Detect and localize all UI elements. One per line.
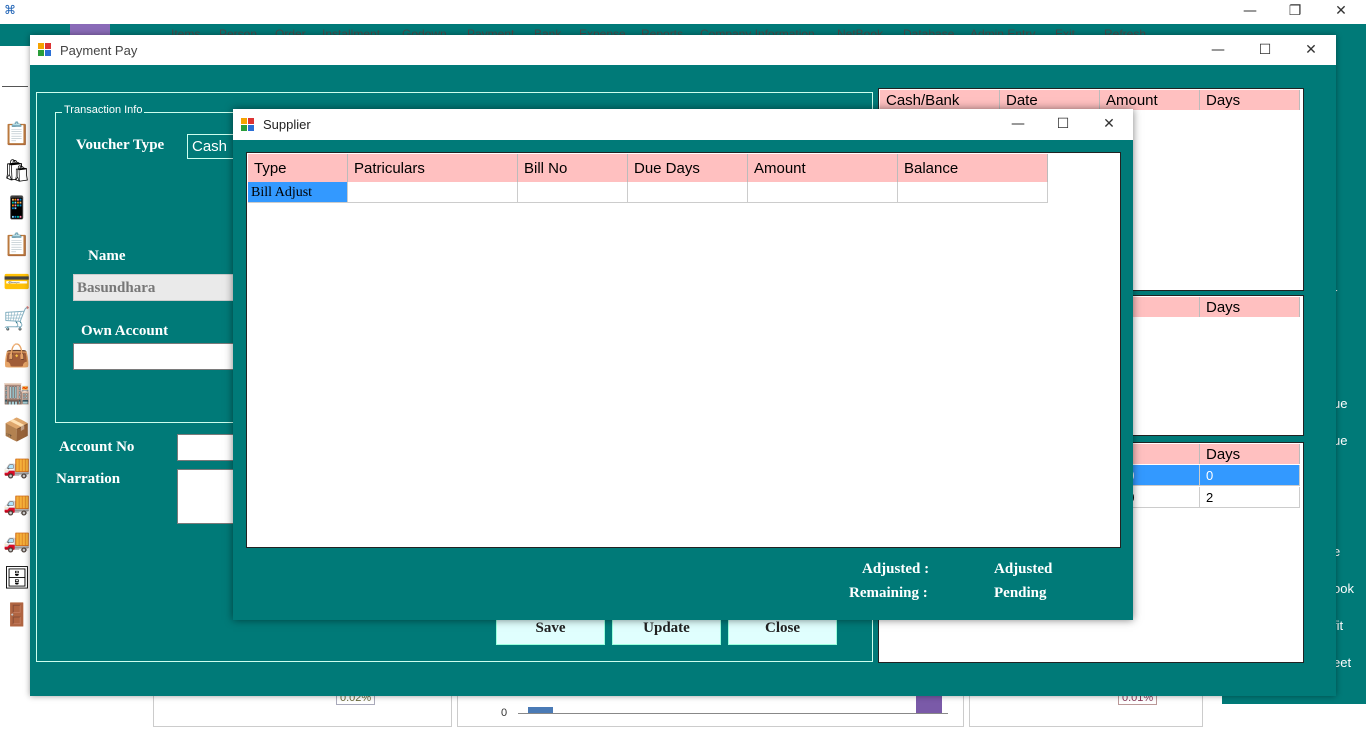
- remaining-label: Remaining :: [849, 585, 928, 601]
- supplier-header-particulars[interactable]: Patriculars: [348, 154, 518, 182]
- clipboard-icon[interactable]: 📱: [2, 193, 32, 223]
- payment-window-title: Payment Pay: [60, 42, 138, 58]
- supplier-header-bill-no[interactable]: Bill No: [518, 154, 628, 182]
- payment-close-button[interactable]: ✕: [1288, 35, 1334, 65]
- supplier-grid: Type Patriculars Bill No Due Days Amount…: [246, 152, 1121, 548]
- bag-icon[interactable]: 👜: [2, 341, 32, 371]
- app-restore-button[interactable]: ❐: [1272, 0, 1318, 26]
- cart-icon[interactable]: 🛒: [2, 304, 32, 334]
- sidebar-divider: [2, 86, 28, 87]
- name-value: Basundhara: [77, 280, 156, 296]
- truck-icon[interactable]: 🚚: [2, 452, 32, 482]
- chart-bar-1: [528, 707, 553, 713]
- remaining-value: Pending: [994, 585, 1047, 601]
- card-payment-icon[interactable]: 💳: [2, 267, 32, 297]
- payment-window-icon: [38, 43, 52, 57]
- supplier-minimize-button[interactable]: —: [995, 109, 1041, 139]
- supplier-header-type[interactable]: Type: [248, 154, 348, 182]
- payment-titlebar: Payment Pay — ☐ ✕: [30, 35, 1336, 65]
- grid-mid-header-days[interactable]: Days: [1200, 297, 1300, 317]
- own-account-label: Own Account: [81, 323, 169, 339]
- transaction-info-title: Transaction Info: [62, 104, 145, 116]
- grid-bot-header-days[interactable]: Days: [1200, 444, 1300, 464]
- adjusted-value: Adjusted: [994, 561, 1053, 577]
- grid-top-header-cash-bank[interactable]: Cash/Bank: [880, 90, 1000, 110]
- database-icon[interactable]: 🗄: [2, 563, 32, 593]
- grid-top-header-amount[interactable]: Amount: [1100, 90, 1200, 110]
- app-minimize-button[interactable]: —: [1227, 0, 1273, 26]
- supplier-window-icon: [241, 117, 255, 132]
- voucher-type-value: Cash: [192, 138, 228, 155]
- shopping-bag-icon[interactable]: 🛍: [2, 156, 32, 186]
- order-list-icon[interactable]: 📋: [2, 230, 32, 260]
- right-label-ook: ook: [1333, 581, 1354, 596]
- account-no-field[interactable]: [177, 434, 237, 461]
- truck-icon-3[interactable]: 🚚: [2, 526, 32, 556]
- delivery-icon[interactable]: 📦: [2, 415, 32, 445]
- supplier-row1-type[interactable]: Bill Adjust: [248, 182, 348, 203]
- supplier-row1-amount[interactable]: [748, 182, 898, 203]
- supplier-window: Supplier — ☐ ✕ Type Patriculars Bill No …: [233, 109, 1133, 620]
- axis-zero: 0: [501, 707, 508, 719]
- payment-minimize-button[interactable]: —: [1195, 35, 1241, 65]
- truck-icon-2[interactable]: 🚚: [2, 489, 32, 519]
- chart-axis-x: [518, 713, 948, 714]
- grid-bot-row1-days[interactable]: 0: [1200, 465, 1300, 486]
- voucher-type-label: Voucher Type: [76, 137, 165, 153]
- name-field[interactable]: Basundhara: [73, 274, 243, 301]
- supplier-header-balance[interactable]: Balance: [898, 154, 1048, 182]
- chart-bar-2: [916, 695, 942, 713]
- account-no-label: Account No: [59, 439, 135, 455]
- grid-top-header-days[interactable]: Days: [1200, 90, 1300, 110]
- app-icon: ⌘: [4, 3, 16, 17]
- grid-bot-row2-days[interactable]: 2: [1200, 487, 1300, 508]
- exit-icon[interactable]: 🚪: [2, 600, 32, 630]
- supplier-header-amount[interactable]: Amount: [748, 154, 898, 182]
- supplier-close-button[interactable]: ✕: [1086, 109, 1132, 139]
- narration-label: Narration: [56, 471, 121, 487]
- warehouse-icon[interactable]: 🏬: [2, 378, 32, 408]
- checklist-icon[interactable]: 📋: [2, 119, 32, 149]
- supplier-titlebar: Supplier — ☐ ✕: [233, 109, 1133, 140]
- grid-top-header-date[interactable]: Date: [1000, 90, 1100, 110]
- supplier-header-due-days[interactable]: Due Days: [628, 154, 748, 182]
- payment-maximize-button[interactable]: ☐: [1242, 35, 1288, 65]
- name-label: Name: [88, 248, 126, 264]
- supplier-row1-particulars[interactable]: [348, 182, 518, 203]
- supplier-window-title: Supplier: [263, 117, 311, 132]
- adjusted-label: Adjusted :: [862, 561, 930, 577]
- supplier-row1-balance[interactable]: [898, 182, 1048, 203]
- app-titlebar: ⌘ — ❐ ✕: [0, 0, 1366, 24]
- narration-field[interactable]: [177, 469, 237, 524]
- supplier-maximize-button[interactable]: ☐: [1040, 109, 1086, 139]
- supplier-row1-bill-no[interactable]: [518, 182, 628, 203]
- supplier-row1-due-days[interactable]: [628, 182, 748, 203]
- own-account-field[interactable]: [73, 343, 243, 370]
